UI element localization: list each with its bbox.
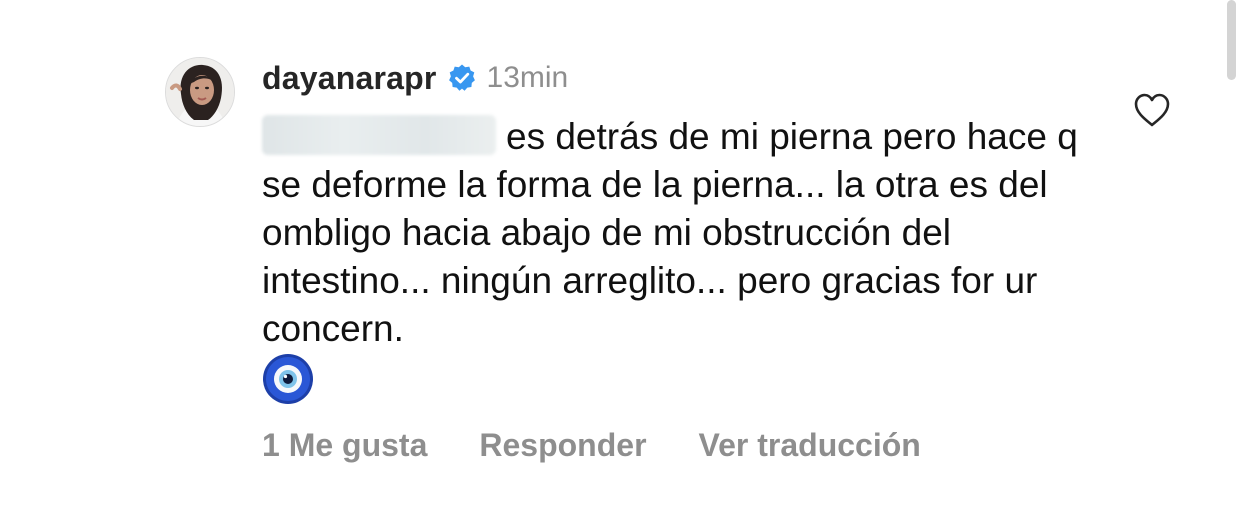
username-link[interactable]: dayanarapr (262, 60, 437, 97)
comment-actions: 1 Me gusta Responder Ver traducción (262, 422, 921, 468)
mentioned-user-blurred[interactable] (262, 115, 496, 155)
comment-text: es detrás de mi pierna pero hace q se de… (262, 113, 1092, 405)
see-translation-button[interactable]: Ver traducción (699, 427, 921, 464)
avatar[interactable] (165, 57, 235, 127)
comment-header: dayanarapr 13min (262, 56, 568, 100)
verified-badge-icon (447, 63, 477, 93)
likes-count-button[interactable]: 1 Me gusta (262, 427, 427, 464)
comment-timestamp: 13min (486, 61, 569, 94)
comment-screen: dayanarapr 13min es detrás de mi pierna … (0, 0, 1242, 520)
heart-outline-icon[interactable] (1133, 92, 1171, 128)
nazar-amulet-emoji (263, 354, 313, 404)
reply-button[interactable]: Responder (479, 427, 646, 464)
scrollbar[interactable] (1227, 0, 1236, 80)
emoji-line (262, 353, 1092, 405)
